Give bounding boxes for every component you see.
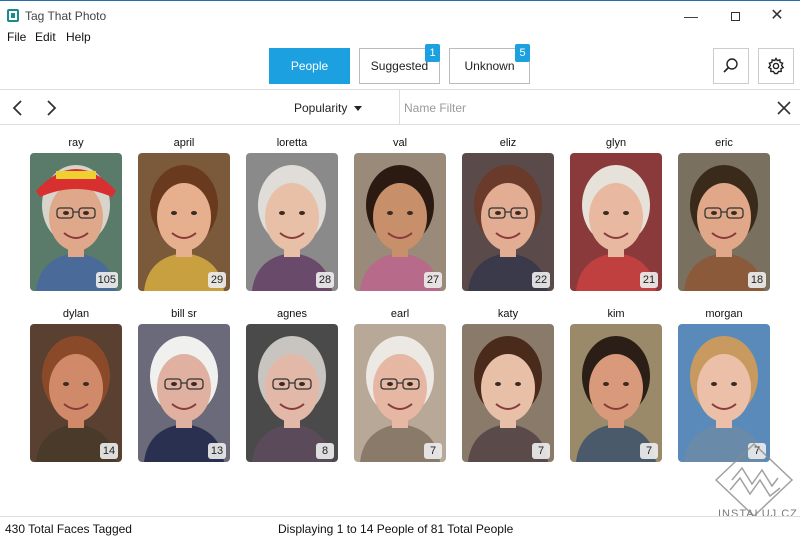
clear-filter-icon[interactable] — [774, 98, 794, 118]
person-name: loretta — [276, 137, 308, 149]
forward-arrow-icon[interactable] — [42, 98, 60, 118]
suggested-count-badge: 1 — [425, 44, 440, 62]
app-logo-icon — [7, 9, 19, 22]
person-face-thumbnail[interactable]: 7 — [354, 324, 446, 462]
chevron-down-icon — [354, 106, 363, 112]
tab-suggested[interactable]: Suggested 1 — [359, 44, 440, 84]
face-count-badge: 21 — [640, 272, 658, 288]
person-name: katy — [497, 308, 519, 320]
face-count-badge: 7 — [532, 443, 550, 459]
gear-icon — [767, 57, 785, 75]
person-face-thumbnail[interactable]: 28 — [246, 153, 338, 291]
sort-label: Popularity — [294, 101, 348, 115]
face-photo-image — [246, 153, 338, 291]
face-photo-image — [570, 153, 662, 291]
tab-suggested-label: Suggested — [370, 59, 429, 73]
person-face-thumbnail[interactable]: 14 — [30, 324, 122, 462]
tab-unknown[interactable]: Unknown 5 — [449, 44, 530, 84]
maximize-icon — [730, 12, 740, 21]
person-name: kim — [607, 308, 625, 320]
person-face-thumbnail[interactable]: 21 — [570, 153, 662, 291]
face-count-badge: 13 — [208, 443, 226, 459]
menu-help[interactable]: Help — [66, 30, 91, 44]
person-name: morgan — [705, 308, 743, 320]
face-photo-image — [462, 153, 554, 291]
face-count-badge: 22 — [532, 272, 550, 288]
total-faces-tagged: 430 Total Faces Tagged — [5, 522, 132, 536]
face-photo-image — [138, 324, 230, 462]
face-count-badge: 18 — [748, 272, 766, 288]
status-bar: 430 Total Faces Tagged Displaying 1 to 1… — [0, 516, 800, 541]
sort-dropdown[interactable]: Popularity — [294, 101, 363, 115]
face-photo-image — [570, 324, 662, 462]
person-face-thumbnail[interactable]: 13 — [138, 324, 230, 462]
person-name: bill sr — [171, 308, 197, 320]
person-name: eric — [715, 137, 733, 149]
person-face-thumbnail[interactable]: 27 — [354, 153, 446, 291]
person-face-thumbnail[interactable]: 22 — [462, 153, 554, 291]
toolbar: Popularity — [0, 89, 800, 125]
face-count-badge: 7 — [424, 443, 442, 459]
face-photo-image — [30, 324, 122, 462]
face-photo-image — [678, 153, 770, 291]
face-count-badge: 8 — [316, 443, 334, 459]
settings-button[interactable] — [758, 48, 794, 84]
maximize-button[interactable] — [720, 6, 750, 26]
minimize-button[interactable]: — — [676, 6, 706, 26]
face-photo-image — [138, 153, 230, 291]
search-button[interactable] — [713, 48, 749, 84]
person-face-thumbnail[interactable]: 7 — [462, 324, 554, 462]
face-photo-image — [462, 324, 554, 462]
person-name: ray — [68, 137, 84, 149]
title-bar: Tag That Photo — ✕ — [0, 0, 800, 30]
back-arrow-icon[interactable] — [9, 98, 27, 118]
displaying-count: Displaying 1 to 14 People of 81 Total Pe… — [278, 522, 514, 536]
face-photo-image — [246, 324, 338, 462]
tab-unknown-label: Unknown — [464, 59, 515, 73]
face-count-badge: 7 — [640, 443, 658, 459]
name-filter-input[interactable] — [404, 96, 764, 120]
face-photo-image — [30, 153, 122, 291]
search-icon — [723, 58, 738, 73]
tab-people[interactable]: People — [269, 48, 350, 84]
person-face-thumbnail[interactable]: 105 — [30, 153, 122, 291]
person-face-thumbnail[interactable]: 8 — [246, 324, 338, 462]
close-window-button[interactable]: ✕ — [762, 6, 792, 26]
face-count-badge: 105 — [95, 272, 118, 288]
menu-edit[interactable]: Edit — [35, 30, 56, 44]
person-name: dylan — [62, 308, 90, 320]
face-photo-image — [354, 153, 446, 291]
view-tabs: People Suggested 1 Unknown 5 — [0, 44, 800, 84]
person-name: eliz — [499, 137, 517, 149]
face-count-badge: 28 — [316, 272, 334, 288]
window-title: Tag That Photo — [25, 9, 107, 23]
person-face-thumbnail[interactable]: 18 — [678, 153, 770, 291]
menu-file[interactable]: File — [7, 30, 26, 44]
person-face-thumbnail[interactable]: 7 — [570, 324, 662, 462]
face-count-badge: 27 — [424, 272, 442, 288]
face-photo-image — [354, 324, 446, 462]
person-face-thumbnail[interactable]: 29 — [138, 153, 230, 291]
person-name: agnes — [277, 308, 307, 320]
person-name: glyn — [605, 137, 627, 149]
tab-people-label: People — [290, 59, 329, 73]
face-count-badge: 14 — [100, 443, 118, 459]
toolbar-divider — [399, 90, 400, 125]
person-name: earl — [390, 308, 410, 320]
person-name: april — [173, 137, 195, 149]
unknown-count-badge: 5 — [515, 44, 530, 62]
person-name: val — [392, 137, 408, 149]
face-count-badge: 29 — [208, 272, 226, 288]
